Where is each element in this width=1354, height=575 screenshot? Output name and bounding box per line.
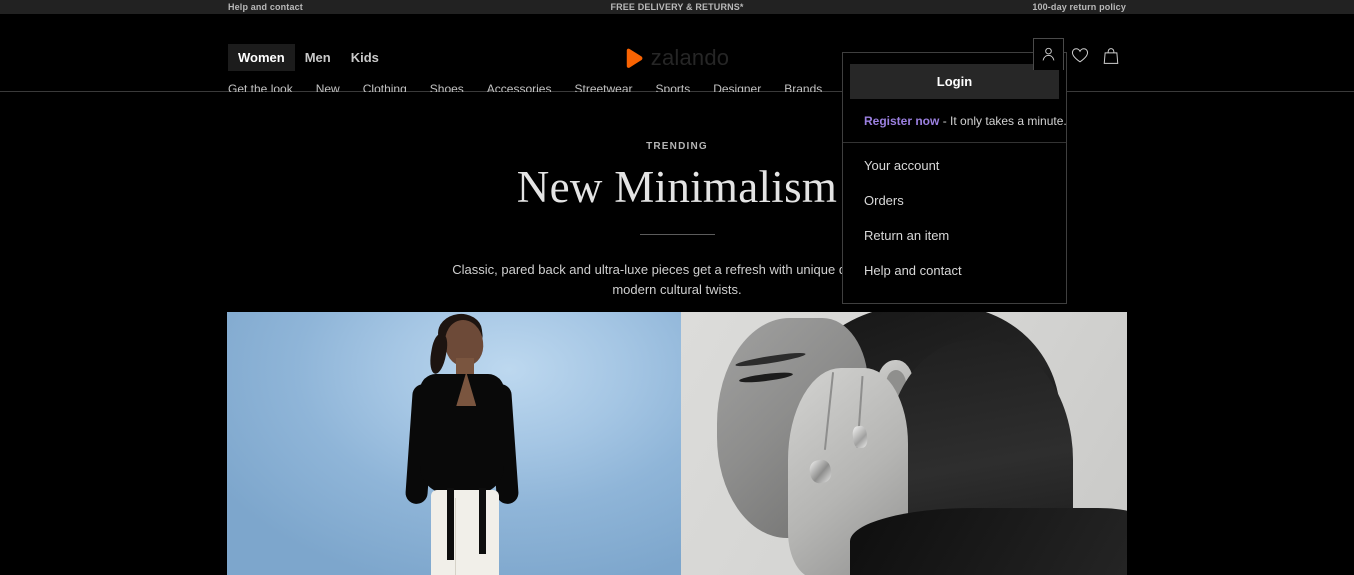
figure-white-trousers	[431, 490, 500, 575]
photo-backdrop-blue	[227, 312, 681, 575]
account-dropdown-menu: Login Register now - It only takes a min…	[842, 52, 1067, 304]
topbar-free-delivery-text: FREE DELIVERY & RETURNS*	[610, 2, 744, 12]
site-header: Women Men Kids zalando Get the look New …	[0, 14, 1354, 96]
header-icon-group	[1033, 38, 1126, 70]
wishlist-icon-button[interactable]	[1064, 43, 1095, 69]
nav-item-men[interactable]: Men	[295, 44, 341, 71]
login-button[interactable]: Login	[850, 64, 1059, 99]
nav-item-kids[interactable]: Kids	[341, 44, 389, 71]
hero-eyebrow: TRENDING	[646, 141, 708, 152]
menu-item-return-an-item[interactable]: Return an item	[843, 218, 1066, 253]
account-icon-button[interactable]	[1033, 38, 1064, 70]
menu-item-help-and-contact[interactable]: Help and contact	[843, 253, 1066, 288]
hero-description: Classic, pared back and ultra-luxe piece…	[452, 261, 902, 297]
zalando-play-mark-icon	[625, 48, 644, 69]
zalando-wordmark: zalando	[650, 45, 730, 70]
hero-image-row	[227, 312, 1127, 575]
register-suffix-text: - It only takes a minute.	[939, 114, 1067, 128]
register-prompt: Register now - It only takes a minute.	[843, 99, 1067, 143]
hero-section: TRENDING New Minimalism Classic, pared b…	[0, 92, 1354, 300]
photo-backdrop-grey	[681, 312, 1127, 575]
portrait-ring-upper	[851, 425, 868, 449]
menu-item-your-account[interactable]: Your account	[843, 148, 1066, 183]
zalando-logo[interactable]: zalando	[625, 45, 729, 71]
topbar-help-and-contact-link[interactable]: Help and contact	[228, 2, 303, 12]
nav-item-women[interactable]: Women	[228, 44, 295, 71]
figure-left-tie-tail	[447, 488, 455, 560]
portrait-shoulder	[850, 508, 1127, 575]
register-now-link[interactable]: Register now	[864, 114, 939, 128]
hero-image-portrait-rings-bw[interactable]	[681, 312, 1127, 575]
heart-icon	[1071, 47, 1089, 64]
top-utility-bar: Help and contact FREE DELIVERY & RETURNS…	[0, 0, 1354, 14]
menu-item-orders[interactable]: Orders	[843, 183, 1066, 218]
page-title: New Minimalism	[516, 162, 838, 212]
hero-divider	[639, 233, 715, 235]
primary-nav: Women Men Kids	[228, 44, 389, 71]
cart-icon-button[interactable]	[1095, 43, 1126, 69]
topbar-return-policy-link[interactable]: 100-day return policy	[1032, 2, 1126, 12]
figure-right-tie-tail	[478, 488, 486, 554]
bag-icon	[1103, 47, 1119, 65]
figure-trouser-seam	[454, 498, 456, 575]
hero-image-model-blue-backdrop[interactable]	[227, 312, 681, 575]
user-icon	[1040, 46, 1057, 63]
account-menu-list: Your account Orders Return an item Help …	[843, 143, 1066, 288]
